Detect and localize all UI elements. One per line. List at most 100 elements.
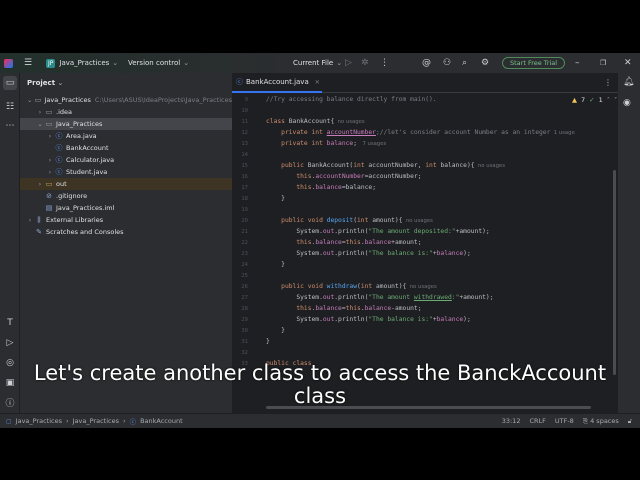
- start-free-trial-button[interactable]: Start Free Trial: [502, 53, 566, 73]
- code-token: 7 usages: [360, 141, 387, 147]
- tree-item[interactable]: › ▭ .idea: [20, 106, 232, 118]
- tree-item-label: Java_Practices.iml: [56, 204, 115, 212]
- line-number: 22: [241, 240, 248, 246]
- code-token: =balance;: [341, 184, 376, 191]
- tree-item[interactable]: ▤ Java_Practices.iml: [20, 202, 232, 214]
- tree-item[interactable]: › ▭ out: [20, 178, 232, 190]
- expand-arrow-icon[interactable]: ›: [36, 181, 44, 188]
- minimize-icon[interactable]: –: [575, 53, 580, 73]
- code-token: .println(: [334, 228, 369, 235]
- code-token: .println(: [334, 294, 369, 301]
- code-token: this: [296, 305, 312, 312]
- expand-arrow-icon[interactable]: ›: [36, 109, 44, 116]
- breadcrumb-item[interactable]: Java_Practices: [16, 417, 62, 425]
- code-line: public void deposit(int amount){ no usag…: [266, 217, 433, 224]
- code-token: -amount;: [391, 305, 422, 312]
- code-token: withdraw: [326, 283, 358, 290]
- ai-assistant-icon[interactable]: @: [422, 53, 431, 73]
- search-icon[interactable]: ⌕: [462, 53, 467, 73]
- run-tool-icon[interactable]: ▷: [3, 336, 17, 350]
- chevron-right-icon: ›: [66, 417, 69, 425]
- file-encoding[interactable]: UTF-8: [555, 417, 574, 425]
- tree-item[interactable]: › ⓒ Area.java: [20, 130, 232, 142]
- code-token: "The amount: [368, 294, 414, 301]
- expand-arrow-icon[interactable]: ›: [26, 217, 34, 224]
- tree-item-label: out: [56, 180, 67, 188]
- tree-item[interactable]: ⊘ .gitignore: [20, 190, 232, 202]
- tree-item[interactable]: ⌄ ▭ Java_Practices: [20, 118, 232, 130]
- chevron-up-icon[interactable]: ˄: [607, 96, 610, 104]
- breadcrumb-item[interactable]: BankAccount: [140, 417, 183, 425]
- expand-arrow-icon[interactable]: ›: [46, 133, 54, 140]
- settings-icon[interactable]: ⚙: [481, 53, 489, 73]
- tree-item[interactable]: ⓒ BankAccount: [20, 142, 232, 154]
- project-folder-icon[interactable]: ▭: [3, 76, 17, 90]
- caret-position[interactable]: 33:12: [502, 417, 521, 425]
- code-line: private int accountNumber;//let's consid…: [266, 129, 575, 136]
- code-token: +amount);: [459, 294, 494, 301]
- code-token: this: [345, 239, 361, 246]
- code-token: balance: [364, 239, 392, 246]
- expand-arrow-icon[interactable]: ⌄: [26, 97, 33, 104]
- indent-label: 4 spaces: [590, 416, 619, 425]
- code-token: out: [322, 316, 335, 323]
- code-token: BankAccount{: [288, 118, 335, 125]
- tree-item[interactable]: › ⫼ External Libraries: [20, 214, 232, 226]
- code-token: "The amount deposited:": [368, 228, 456, 235]
- code-token: this: [296, 173, 312, 180]
- indent-icon: ⎘: [582, 416, 589, 425]
- build-icon[interactable]: T: [3, 316, 17, 330]
- project-switcher[interactable]: JP Java_Practices ⌄: [46, 53, 118, 73]
- project-path: C:\Users\ASUS\IdeaProjects\Java_Practice…: [94, 96, 232, 104]
- tree-item[interactable]: ⌄ ▭ Java_Practices C:\Users\ASUS\IdeaProjec…: [20, 94, 232, 106]
- chevron-down-icon: ⌄: [57, 79, 64, 87]
- expand-arrow-icon[interactable]: ›: [46, 157, 54, 164]
- lock-icon[interactable]: 🔓︎: [628, 417, 632, 426]
- app-logo-icon[interactable]: [4, 53, 13, 73]
- chevron-down-icon[interactable]: ˅: [614, 96, 617, 104]
- debug-icon[interactable]: ✲: [361, 53, 369, 73]
- code-token: System.: [266, 294, 323, 301]
- code-token: int: [425, 162, 441, 169]
- run-config-selector[interactable]: Current File ⌄: [293, 53, 342, 73]
- structure-icon[interactable]: ☷: [3, 100, 17, 114]
- line-separator[interactable]: CRLF: [529, 417, 545, 425]
- vertical-scrollbar[interactable]: [613, 170, 616, 375]
- line-number: 17: [241, 185, 248, 191]
- expand-arrow-icon[interactable]: ›: [46, 169, 54, 176]
- line-number: 24: [241, 262, 248, 268]
- notifications-icon[interactable]: 🔔︎: [623, 77, 634, 87]
- line-number: 14: [241, 152, 248, 158]
- tab-bankaccount-java[interactable]: ⓒ BankAccount.java ✕: [232, 73, 322, 93]
- breadcrumb-item[interactable]: Java_Practices: [73, 417, 119, 425]
- tree-item-label: Area.java: [66, 132, 97, 140]
- run-icon[interactable]: ▷: [345, 53, 352, 73]
- close-tab-icon[interactable]: ✕: [315, 79, 320, 86]
- project-panel-header[interactable]: Project ⌄: [27, 79, 63, 87]
- main-menu-icon[interactable]: ☰: [24, 53, 32, 73]
- warning-count: 7: [581, 96, 586, 104]
- more-icon[interactable]: ⋮: [380, 53, 389, 73]
- expand-arrow-icon[interactable]: ⌄: [36, 121, 44, 128]
- inspection-widget[interactable]: ▲ 7 ✓ 1 ˄ ˅: [572, 96, 617, 104]
- code-line: }: [266, 327, 285, 334]
- tab-options-icon[interactable]: ⋮: [604, 78, 612, 87]
- vcs-menu[interactable]: Version control ⌄: [128, 53, 189, 73]
- tree-item[interactable]: ✎ Scratches and Consoles: [20, 226, 232, 238]
- code-token: private int: [281, 140, 327, 147]
- tree-item[interactable]: › ⓒ Calculator.java: [20, 154, 232, 166]
- more-tools-icon[interactable]: ⋯: [3, 119, 17, 133]
- code-token: out: [322, 250, 335, 257]
- tree-item[interactable]: › ⓒ Student.java: [20, 166, 232, 178]
- ai-chat-icon[interactable]: ◉: [623, 98, 631, 108]
- code-token: accountNumber: [326, 129, 376, 136]
- code-token: }: [266, 327, 285, 334]
- restore-icon[interactable]: ❐: [600, 53, 606, 73]
- code-token: public void: [281, 283, 327, 290]
- add-user-icon[interactable]: ⚇: [443, 53, 451, 73]
- indent-setting[interactable]: ⎘ 4 spaces: [583, 417, 619, 426]
- line-number: 19: [241, 207, 248, 213]
- close-icon[interactable]: ✕: [624, 53, 632, 73]
